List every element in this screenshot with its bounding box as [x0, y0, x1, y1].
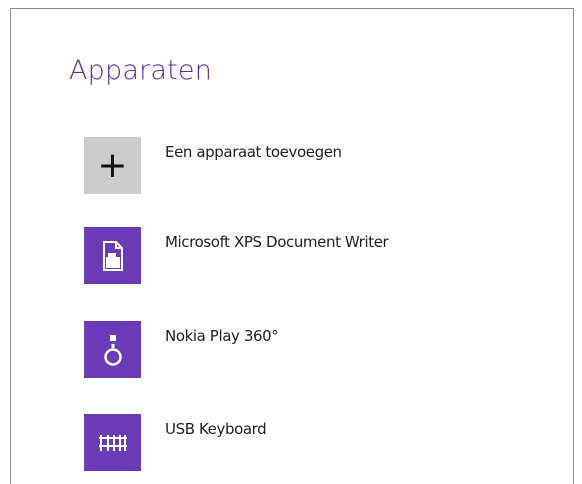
add-device-item[interactable]: + Een apparaat toevoegen — [84, 137, 524, 195]
device-item-xps-writer[interactable]: Microsoft XPS Document Writer — [84, 227, 524, 285]
device-item-nokia-play[interactable]: Nokia Play 360° — [84, 321, 524, 379]
device-label: USB Keyboard — [165, 420, 267, 438]
plus-icon: + — [97, 144, 128, 186]
device-label: Een apparaat toevoegen — [165, 143, 342, 161]
device-tile[interactable] — [84, 414, 141, 471]
device-label: Microsoft XPS Document Writer — [165, 233, 389, 251]
add-device-tile[interactable]: + — [84, 137, 141, 194]
speaker-icon — [103, 334, 122, 366]
device-tile[interactable] — [84, 227, 141, 284]
page-title: Apparaten — [69, 55, 213, 86]
document-writer-icon — [102, 240, 123, 271]
keyboard-icon — [98, 434, 127, 451]
devices-panel: Apparaten + Een apparaat toevoegen Micro… — [10, 8, 574, 484]
device-tile[interactable] — [84, 321, 141, 378]
device-label: Nokia Play 360° — [165, 327, 279, 345]
device-item-usb-keyboard[interactable]: USB Keyboard — [84, 414, 524, 472]
